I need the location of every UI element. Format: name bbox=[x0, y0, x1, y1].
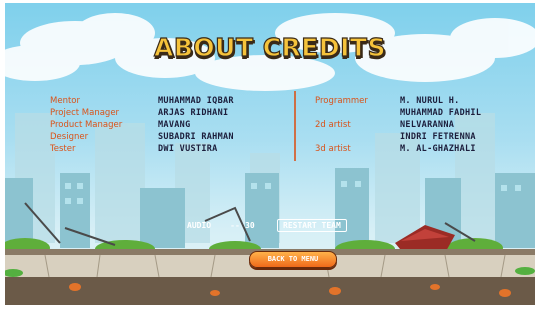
credit-name: M. NURUL H. bbox=[400, 96, 460, 106]
credit-row: Programmer M. NURUL H. bbox=[315, 95, 481, 107]
credit-row: MUHAMMAD FADHIL bbox=[315, 107, 481, 119]
page-title: ABOUT CREDITS bbox=[153, 32, 386, 62]
credit-row: Product Manager MAVANG bbox=[50, 119, 234, 131]
credit-role: 3d artist bbox=[315, 144, 351, 154]
credit-role: Tester bbox=[50, 144, 76, 154]
audio-label: AUDIO bbox=[187, 221, 212, 230]
credit-name: M. AL-GHAZHALI bbox=[400, 144, 476, 154]
credit-row: 2d artist NELVARANNA bbox=[315, 119, 481, 131]
volume-value: 30 bbox=[245, 221, 255, 230]
credit-role: Product Manager bbox=[50, 120, 123, 130]
credit-role: Mentor bbox=[50, 96, 80, 106]
settings-row: AUDIO -- 30 RESTART TEAM bbox=[187, 219, 347, 232]
credit-role: Designer bbox=[50, 132, 89, 142]
credit-name: MUHAMMAD IQBAR bbox=[158, 96, 234, 106]
credit-name: ARJAS RIDHANI bbox=[158, 108, 229, 118]
credit-role: Project Manager bbox=[50, 108, 120, 118]
column-divider bbox=[294, 91, 296, 161]
credit-role: Programmer bbox=[315, 96, 368, 106]
credit-row: Tester DWI VUSTIRA bbox=[50, 143, 234, 155]
credit-role: 2d artist bbox=[315, 120, 351, 130]
volume-slider[interactable]: -- bbox=[225, 221, 245, 230]
mid-buildings bbox=[5, 168, 535, 248]
credit-row: Project Manager ARJAS RIDHANI bbox=[50, 107, 234, 119]
credit-name: SUBADRI RAHMAN bbox=[158, 132, 234, 142]
credit-name: MAVANG bbox=[158, 120, 191, 130]
credit-name: MUHAMMAD FADHIL bbox=[400, 108, 482, 118]
back-to-menu-button[interactable]: BACK TO MENU bbox=[249, 251, 337, 268]
game-screen: ABOUT CREDITS Mentor MUHAMMAD IQBAR Proje… bbox=[5, 3, 535, 305]
credit-name: INDRI FETRENNA bbox=[400, 132, 476, 142]
road bbox=[5, 277, 535, 305]
credits-left-column: Mentor MUHAMMAD IQBAR Project Manager ARJA… bbox=[50, 95, 234, 155]
credit-row: Designer SUBADRI RAHMAN bbox=[50, 131, 234, 143]
credit-row: 3d artist M. AL-GHAZHALI bbox=[315, 143, 481, 155]
credit-row: INDRI FETRENNA bbox=[315, 131, 481, 143]
credits-right-column: Programmer M. NURUL H. MUHAMMAD FADHIL 2d… bbox=[315, 95, 481, 155]
credit-name: DWI VUSTIRA bbox=[158, 144, 218, 154]
credit-row: Mentor MUHAMMAD IQBAR bbox=[50, 95, 234, 107]
credit-name: NELVARANNA bbox=[400, 120, 455, 130]
restart-team-button[interactable]: RESTART TEAM bbox=[277, 219, 347, 232]
